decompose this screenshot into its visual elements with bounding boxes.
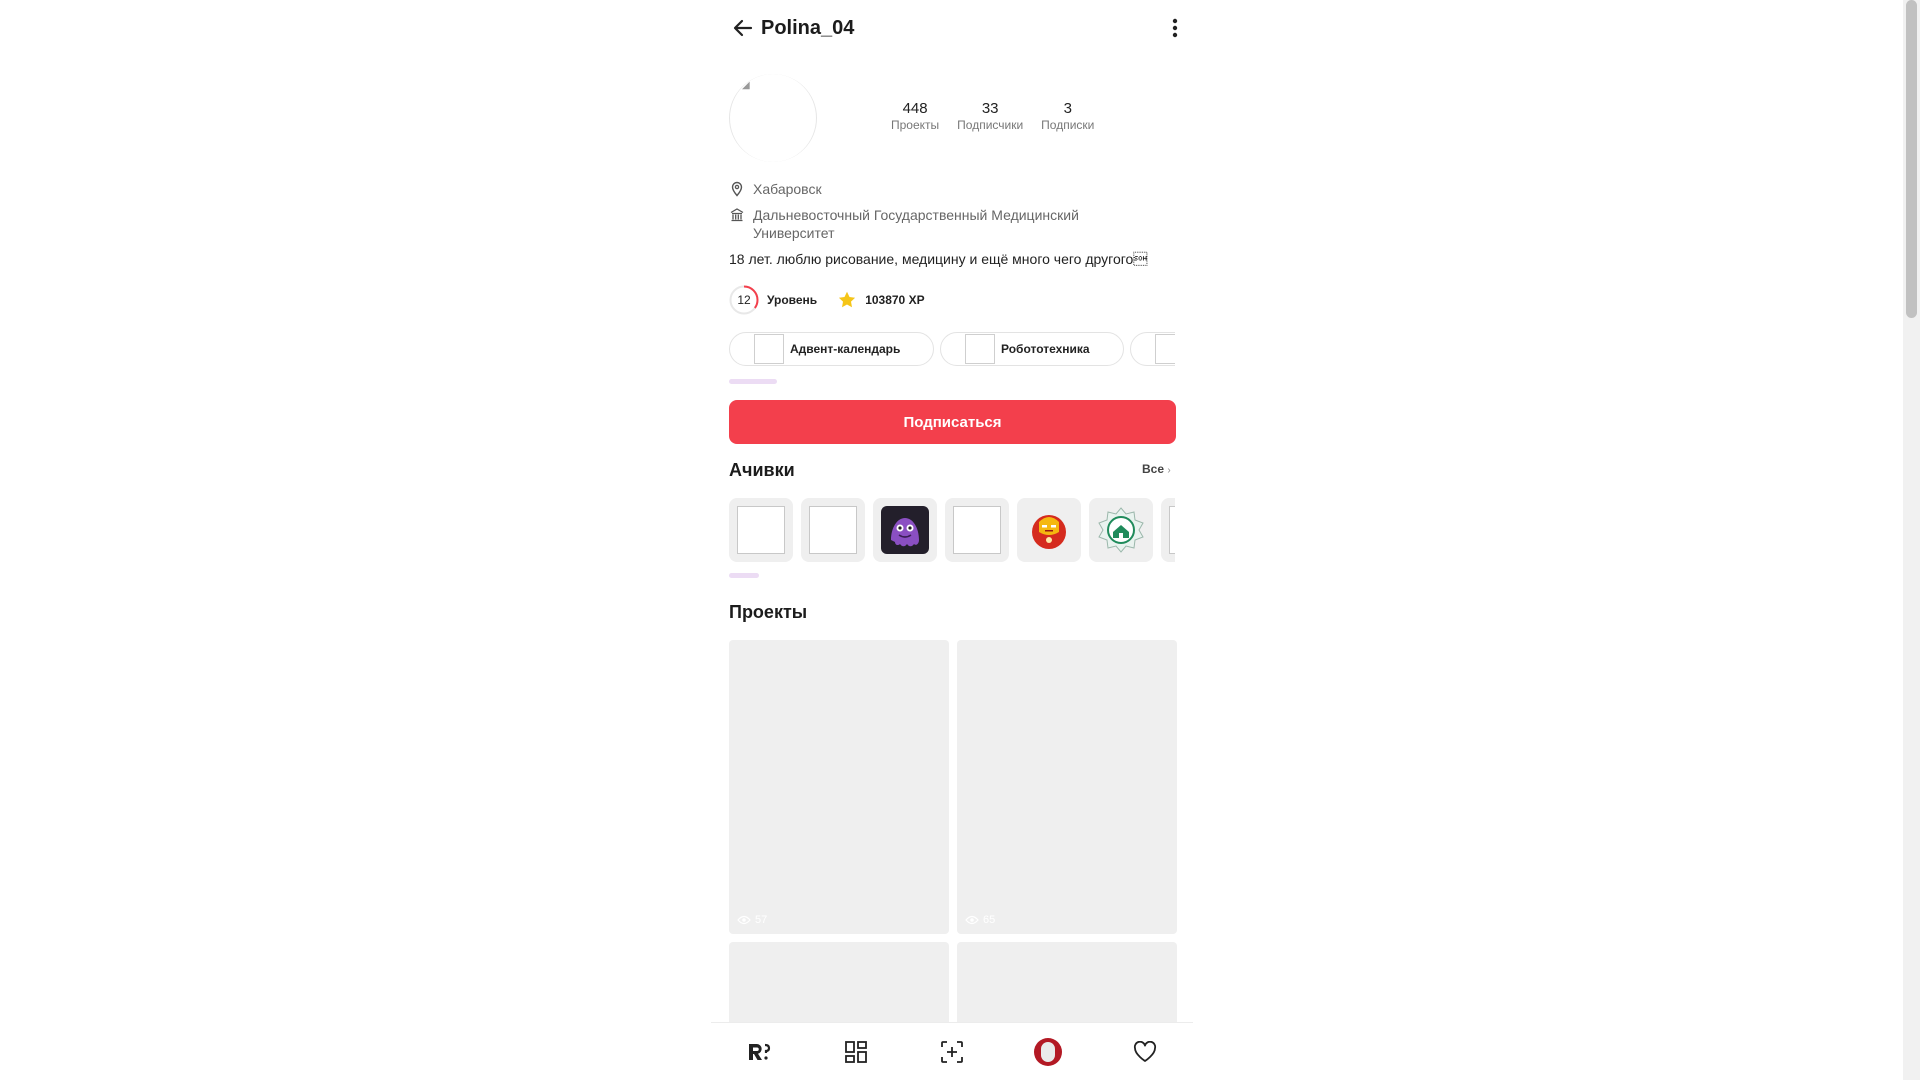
bio-text: 18 лет. люблю рисование, медицину и ещё … xyxy=(729,251,1148,267)
chip-label: Адвент-календарь xyxy=(790,342,901,356)
top-bar: Polina_04 xyxy=(711,0,1193,54)
back-arrow-icon[interactable] xyxy=(729,14,757,42)
avatar xyxy=(1034,1038,1063,1066)
page-title: Polina_04 xyxy=(761,17,855,39)
level-number: 12 xyxy=(737,293,751,307)
iron-man-icon xyxy=(1032,515,1066,549)
avatar[interactable]: ◢ xyxy=(729,74,817,162)
carousel-scroll-indicator xyxy=(729,379,777,384)
eye-icon xyxy=(965,915,979,925)
stat-label: Проекты xyxy=(891,118,940,132)
views-count: 65 xyxy=(983,914,996,926)
achievement-badge[interactable] xyxy=(1161,498,1175,562)
page-scrollbar[interactable] xyxy=(1903,0,1920,1080)
views-count: 57 xyxy=(755,914,768,926)
achievement-badge[interactable] xyxy=(1089,498,1153,562)
stat-value: 3 xyxy=(1063,100,1072,117)
level-row: 12 Уровень 103870 XP xyxy=(729,285,925,315)
bottom-navigation xyxy=(711,1022,1193,1080)
location-row: Хабаровск xyxy=(729,180,822,198)
achievement-badge[interactable] xyxy=(945,498,1009,562)
see-all-link[interactable]: Все › xyxy=(1142,462,1171,476)
interest-chip[interactable]: Робототехника xyxy=(940,332,1124,366)
app-logo-icon xyxy=(749,1043,771,1060)
subscribe-button[interactable]: Подписаться xyxy=(729,400,1176,444)
stat-value: 448 xyxy=(902,100,928,117)
achievement-badge[interactable] xyxy=(1017,498,1081,562)
project-card[interactable]: 65 xyxy=(957,640,1177,934)
views-counter: 65 xyxy=(965,914,995,926)
stat-label: Подписчики xyxy=(957,118,1024,132)
stat-projects[interactable]: 448 Проекты xyxy=(891,100,939,132)
projects-title: Проекты xyxy=(729,602,808,622)
scrollbar-thumb[interactable] xyxy=(1906,0,1917,318)
broken-image-icon xyxy=(953,506,1001,554)
achievements-title: Ачивки xyxy=(729,460,795,480)
city-text: Хабаровск xyxy=(753,181,822,197)
achievement-badge[interactable] xyxy=(801,498,865,562)
broken-image-icon xyxy=(754,334,784,364)
nav-catalog[interactable] xyxy=(836,1032,876,1072)
broken-image-icon xyxy=(1169,506,1175,554)
level-progress-ring: 12 xyxy=(729,285,759,315)
achievements-carousel[interactable] xyxy=(729,498,1175,562)
stat-value: 33 xyxy=(981,100,999,117)
add-frame-icon xyxy=(941,1041,963,1063)
heart-icon xyxy=(1133,1041,1156,1062)
university-building-icon xyxy=(730,208,744,222)
level-label: Уровень xyxy=(767,293,818,307)
broken-image-icon xyxy=(1155,334,1175,364)
achievements-scroll-indicator xyxy=(729,573,759,578)
star-icon xyxy=(839,291,856,308)
nav-home[interactable] xyxy=(739,1032,779,1072)
stat-label: Подписки xyxy=(1041,118,1095,132)
nav-profile[interactable] xyxy=(1028,1032,1068,1072)
broken-image-icon xyxy=(809,506,857,554)
stat-following[interactable]: 3 Подписки xyxy=(1041,100,1094,132)
profile-stats: 448 Проекты 33 Подписчики 3 Подписки xyxy=(891,100,1112,132)
broken-image-icon xyxy=(965,334,995,364)
location-pin-icon xyxy=(731,181,743,197)
green-house-seal-icon xyxy=(1098,507,1144,553)
chip-label: Робототехника xyxy=(1001,342,1090,356)
interest-chip[interactable]: Адвент-календарь xyxy=(729,332,934,366)
achievement-badge[interactable] xyxy=(729,498,793,562)
views-counter: 57 xyxy=(737,914,767,926)
eye-icon xyxy=(737,915,751,925)
broken-image-icon: ◢ xyxy=(742,80,750,91)
profile-screen: Polina_04 ◢ 448 Проекты 33 Подписчики 3 … xyxy=(711,0,1193,1080)
xp-value: 103870 XP xyxy=(865,293,925,307)
grid-layout-icon xyxy=(844,1041,867,1063)
project-card[interactable]: 57 xyxy=(729,640,949,934)
stat-followers[interactable]: 33 Подписчики xyxy=(957,100,1023,132)
interest-chip[interactable] xyxy=(1130,332,1175,366)
purple-monster-icon xyxy=(881,506,929,554)
see-all-label: Все xyxy=(1142,462,1165,476)
nav-add-project[interactable] xyxy=(932,1032,972,1072)
chevron-right-icon: › xyxy=(1167,465,1171,476)
more-vertical-icon[interactable] xyxy=(1165,14,1185,42)
achievement-badge[interactable] xyxy=(873,498,937,562)
nav-favorites[interactable] xyxy=(1125,1032,1165,1072)
university-text: Дальневосточный Государственный Медицинс… xyxy=(753,207,1079,241)
university-row: Дальневосточный Государственный Медицинс… xyxy=(729,206,1149,242)
broken-image-icon xyxy=(737,506,785,554)
interests-carousel[interactable]: Адвент-календарь Робототехника xyxy=(729,332,1175,368)
